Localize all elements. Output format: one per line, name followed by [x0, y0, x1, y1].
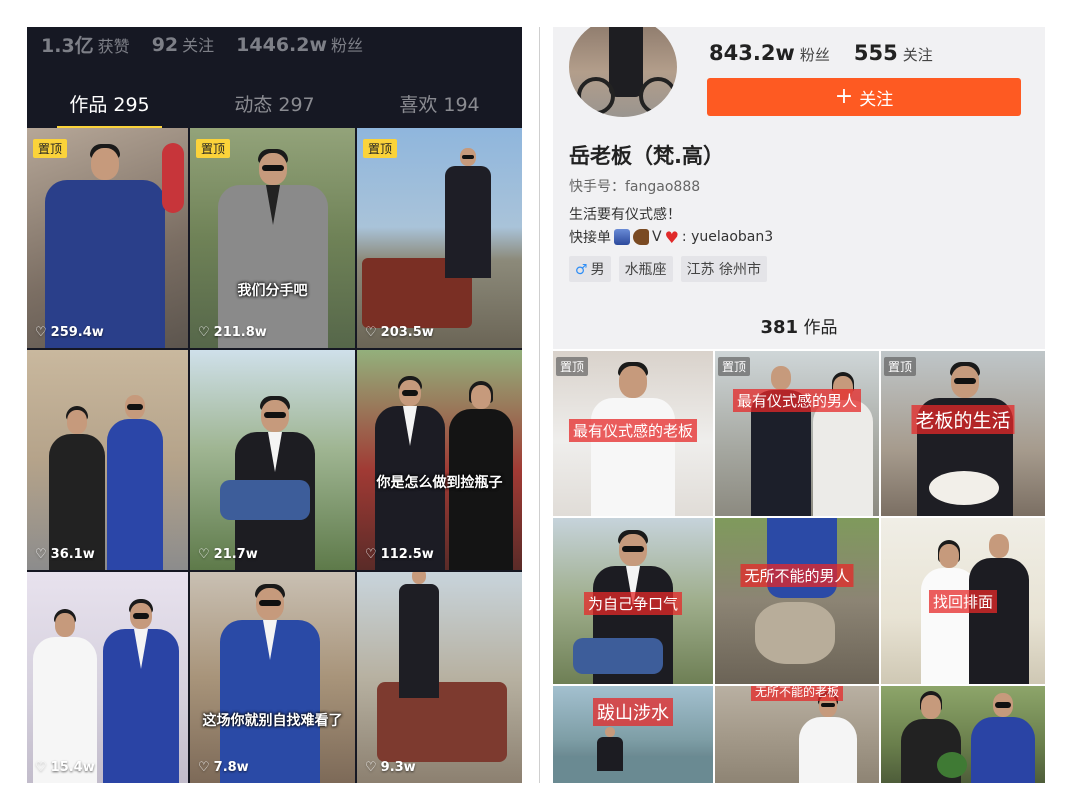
video-thumbnail[interactable]: 找回排面: [881, 518, 1045, 684]
tag-zodiac: 水瓶座: [618, 256, 673, 282]
follow-button[interactable]: + 关注: [707, 78, 1021, 116]
male-icon: ♂: [575, 262, 588, 278]
right-profile-panel: 843.2w 粉丝 555 关注 + 关注 岳老板（梵.高） 快手号：fangao8…: [553, 27, 1045, 783]
pinned-badge: 置顶: [718, 357, 751, 376]
suit-emoji-icon: [614, 229, 630, 245]
video-caption: 无所不能的老板: [750, 686, 844, 701]
video-caption: 你是怎么做到捡瓶子: [376, 475, 503, 491]
right-video-grid: 置顶 最有仪式感的老板 置顶 最有仪式感的男人 置顶 老板的生活 为自己争口气 …: [553, 351, 1045, 783]
video-thumbnail[interactable]: 置顶 最有仪式感的老板: [553, 351, 713, 516]
video-thumbnail[interactable]: 置顶 ♡ 203.5w: [357, 128, 522, 348]
video-thumbnail[interactable]: 为自己争口气: [553, 518, 713, 684]
profile-tags: ♂ 男 水瓶座 江苏 徐州市: [569, 256, 768, 282]
like-count: ♡ 203.5w: [365, 325, 434, 340]
tab-liked[interactable]: 喜欢 194: [357, 87, 522, 127]
tag-gender: ♂ 男: [569, 256, 611, 282]
heart-outline-icon: ♡: [35, 760, 47, 775]
video-thumbnail[interactable]: ♡ 36.1w: [27, 350, 188, 570]
heart-outline-icon: ♡: [35, 325, 47, 340]
like-count: ♡ 112.5w: [365, 547, 434, 562]
video-caption: 跋山涉水: [593, 698, 673, 726]
heart-outline-icon: ♡: [198, 760, 210, 775]
avatar[interactable]: [569, 27, 677, 117]
stat-following[interactable]: 92 关注: [152, 32, 214, 56]
tag-location: 江苏 徐州市: [680, 256, 768, 282]
heart-emoji-icon: ♥: [664, 227, 679, 247]
like-count: ♡ 15.4w: [35, 760, 95, 775]
video-thumbnail[interactable]: 置顶 最有仪式感的男人: [715, 351, 879, 516]
video-thumbnail[interactable]: [881, 686, 1045, 783]
like-count: ♡ 259.4w: [35, 325, 104, 340]
pinned-badge: 置顶: [363, 139, 398, 158]
kuaishou-id: 快手号：fangao888: [569, 179, 701, 195]
stat-followers[interactable]: 1446.2w 粉丝: [236, 32, 363, 56]
video-thumbnail[interactable]: 你是怎么做到捡瓶子 ♡ 112.5w: [357, 350, 522, 570]
video-thumbnail[interactable]: 置顶 ♡ 259.4w: [27, 128, 188, 348]
like-count: ♡ 211.8w: [198, 325, 267, 340]
video-caption: 这场你就别自找难看了: [202, 713, 343, 729]
video-caption: 最有仪式感的男人: [732, 389, 862, 412]
pinned-badge: 置顶: [33, 139, 68, 158]
heart-outline-icon: ♡: [35, 547, 47, 562]
bio-line-1: 生活要有仪式感！: [569, 207, 681, 223]
left-stats-bar: 1.3亿 获赞 92 关注 1446.2w 粉丝: [41, 29, 363, 59]
stat-likes[interactable]: 1.3亿 获赞: [41, 31, 130, 58]
like-count: ♡ 9.3w: [365, 760, 416, 775]
stat-followers[interactable]: 843.2w 粉丝: [709, 41, 830, 65]
like-count: ♡ 21.7w: [198, 547, 258, 562]
heart-outline-icon: ♡: [198, 547, 210, 562]
video-caption: 为自己争口气: [583, 592, 683, 615]
profile-name: 岳老板（梵.高）: [569, 144, 724, 168]
heart-outline-icon: ♡: [365, 760, 377, 775]
profile-tabs: 作品 295 动态 297 喜欢 194: [27, 87, 522, 129]
video-thumbnail[interactable]: 置顶 我们分手吧 ♡ 211.8w: [190, 128, 355, 348]
left-video-grid: 置顶 ♡ 259.4w 置顶 我们分手吧 ♡ 211.8w 置顶 ♡ 203.5w: [27, 128, 522, 783]
video-thumbnail[interactable]: 跋山涉水: [553, 686, 713, 783]
plus-icon: +: [834, 84, 854, 109]
shoe-emoji-icon: [633, 229, 649, 245]
video-thumbnail[interactable]: ♡ 15.4w: [27, 572, 188, 783]
video-caption: 无所不能的男人: [740, 564, 854, 587]
heart-outline-icon: ♡: [198, 325, 210, 340]
video-thumbnail[interactable]: 置顶 老板的生活: [881, 351, 1045, 516]
video-caption: 老板的生活: [911, 405, 1015, 434]
video-thumbnail[interactable]: 无所不能的男人: [715, 518, 879, 684]
tab-activity[interactable]: 动态 297: [192, 87, 357, 127]
profile-header: 843.2w 粉丝 555 关注 + 关注 岳老板（梵.高） 快手号：fangao8…: [553, 27, 1045, 349]
video-caption: 找回排面: [928, 590, 998, 613]
bio-line-2: 快接单 V ♥ : yuelaoban3: [569, 227, 774, 247]
right-stats: 843.2w 粉丝 555 关注: [709, 41, 933, 65]
video-thumbnail[interactable]: ♡ 21.7w: [190, 350, 355, 570]
video-thumbnail[interactable]: 无所不能的老板: [715, 686, 879, 783]
video-caption: 最有仪式感的老板: [568, 419, 698, 442]
like-count: ♡ 7.8w: [198, 760, 249, 775]
video-thumbnail[interactable]: ♡ 9.3w: [357, 572, 522, 783]
video-caption: 我们分手吧: [237, 283, 308, 299]
heart-outline-icon: ♡: [365, 325, 377, 340]
pinned-badge: 置顶: [556, 357, 589, 376]
left-profile-panel: 1.3亿 获赞 92 关注 1446.2w 粉丝 作品 295 动态 297 喜欢 1…: [27, 27, 522, 783]
stat-following[interactable]: 555 关注: [854, 41, 933, 65]
panel-divider: [539, 27, 540, 783]
heart-outline-icon: ♡: [365, 547, 377, 562]
like-count: ♡ 36.1w: [35, 547, 95, 562]
pinned-badge: 置顶: [884, 357, 917, 376]
video-thumbnail[interactable]: 这场你就别自找难看了 ♡ 7.8w: [190, 572, 355, 783]
pinned-badge: 置顶: [196, 139, 231, 158]
works-count: 381 作品: [760, 317, 838, 338]
tab-works[interactable]: 作品 295: [27, 87, 192, 129]
